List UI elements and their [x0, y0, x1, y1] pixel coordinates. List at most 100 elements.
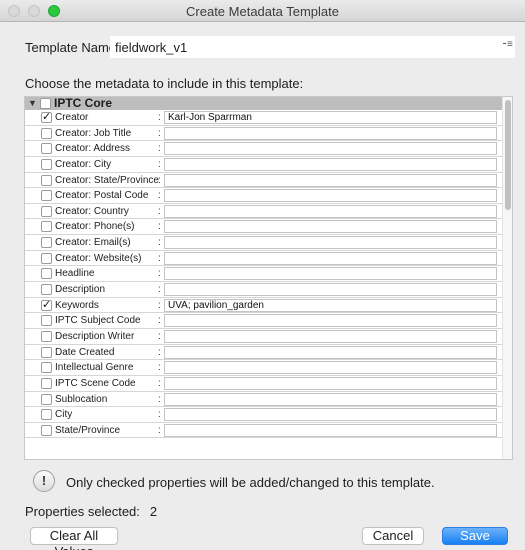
field-checkbox[interactable]	[41, 174, 52, 186]
template-name-row: Template Name: ⁃≡	[25, 36, 520, 58]
field-value-input[interactable]	[164, 361, 497, 375]
field-row: Sublocation:	[25, 392, 503, 408]
field-label: Creator: Website(s)	[55, 252, 142, 264]
field-label: City	[55, 409, 73, 421]
field-checkbox[interactable]	[41, 205, 52, 217]
field-separator: :	[158, 377, 161, 389]
field-value-input[interactable]: Karl-Jon Sparrman	[164, 111, 497, 124]
group-label: IPTC Core	[54, 96, 113, 110]
field-checkbox[interactable]	[41, 252, 52, 264]
scrollbar-thumb[interactable]	[505, 100, 511, 210]
field-row: Creator: Email(s):	[25, 235, 503, 251]
field-value-input[interactable]	[164, 423, 497, 437]
cancel-button[interactable]: Cancel	[362, 527, 424, 545]
field-row: Headline:	[25, 266, 503, 283]
field-separator: :	[158, 393, 161, 405]
field-row: Creator: Country:	[25, 204, 503, 220]
field-checkbox[interactable]	[41, 158, 52, 170]
field-checkbox[interactable]	[41, 377, 52, 389]
field-value-input[interactable]	[164, 236, 497, 250]
field-value-input[interactable]	[164, 283, 497, 297]
field-rows: ✓ Creator: Karl-Jon Sparrman Creator: Job T…	[25, 110, 503, 439]
scrollbar[interactable]	[502, 97, 512, 459]
save-button[interactable]: Save	[442, 527, 508, 545]
field-value-input[interactable]	[164, 251, 497, 265]
field-label: Intellectual Genre	[55, 362, 134, 374]
field-checkbox[interactable]	[41, 143, 52, 155]
template-name-input[interactable]	[110, 36, 515, 58]
field-value-input[interactable]	[164, 126, 497, 140]
field-checkbox[interactable]	[41, 393, 52, 405]
field-value-input[interactable]	[164, 267, 497, 281]
field-separator: :	[158, 409, 161, 421]
group-checkbox[interactable]	[40, 98, 51, 109]
field-separator: :	[158, 190, 161, 202]
field-value-input[interactable]	[164, 392, 497, 406]
field-label: Description Writer	[55, 330, 135, 342]
window-title: Create Metadata Template	[186, 4, 339, 19]
field-separator: :	[158, 174, 161, 186]
field-row: Creator: Address:	[25, 141, 503, 157]
field-value-input[interactable]	[164, 204, 497, 218]
field-separator: :	[158, 299, 161, 311]
field-separator: :	[158, 143, 161, 155]
field-checkbox[interactable]	[41, 330, 52, 342]
field-separator: :	[158, 330, 161, 342]
field-value-input[interactable]	[164, 314, 497, 328]
field-checkbox[interactable]	[41, 409, 52, 421]
field-label: Creator: Phone(s)	[55, 221, 135, 233]
field-row: Creator: Postal Code:	[25, 188, 503, 204]
field-row: Creator: Phone(s):	[25, 219, 503, 236]
field-value-input[interactable]	[164, 220, 497, 234]
field-row: City:	[25, 407, 503, 423]
field-value-input[interactable]	[164, 173, 497, 187]
field-separator: :	[158, 158, 161, 170]
field-value-input[interactable]	[164, 345, 497, 359]
field-label: Creator: Address	[55, 143, 131, 155]
field-checkbox[interactable]	[41, 237, 52, 249]
field-checkbox[interactable]	[41, 268, 52, 280]
field-row: Description Writer:	[25, 329, 503, 345]
field-row: Description:	[25, 282, 503, 298]
field-separator: :	[158, 221, 161, 233]
metadata-list-panel: ▼ IPTC Core ✓ Creator: Karl-Jon Sparrman Cr…	[24, 96, 513, 460]
field-separator: :	[158, 315, 161, 327]
menu-icon[interactable]: ⁃≡	[502, 39, 514, 51]
field-label: Headline	[55, 268, 95, 280]
field-checkbox[interactable]	[41, 346, 52, 358]
field-value-input[interactable]	[164, 142, 497, 156]
field-label: Creator: Job Title	[55, 127, 132, 139]
field-checkbox[interactable]	[41, 284, 52, 296]
field-checkbox[interactable]	[41, 424, 52, 436]
group-header-iptc-core[interactable]: ▼ IPTC Core	[25, 97, 503, 110]
field-value-input[interactable]	[164, 157, 497, 171]
field-label: Creator: State/Province	[55, 174, 159, 186]
field-checkbox[interactable]	[41, 190, 52, 202]
info-note: Only checked properties will be added/ch…	[66, 475, 435, 490]
field-checkbox[interactable]	[41, 221, 52, 233]
field-separator: :	[158, 424, 161, 436]
field-row: State/Province:	[25, 423, 503, 439]
field-value-input[interactable]	[164, 329, 497, 343]
field-row: Date Created:	[25, 345, 503, 361]
field-value-input[interactable]	[164, 376, 497, 390]
properties-selected-count: 2	[149, 504, 158, 519]
field-checkbox[interactable]	[41, 127, 52, 139]
field-row: Creator: City:	[25, 157, 503, 173]
field-label: State/Province	[55, 424, 121, 436]
clear-all-values-button[interactable]: Clear All Values	[30, 527, 118, 550]
instruction-text: Choose the metadata to include in this t…	[25, 76, 304, 91]
field-separator: :	[158, 252, 161, 264]
field-value-input[interactable]: UVA; pavilion_garden	[164, 298, 497, 312]
template-name-label: Template Name:	[25, 40, 120, 55]
field-label: Keywords	[55, 299, 99, 311]
field-checkbox[interactable]	[41, 315, 52, 327]
field-row: Creator: State/Province:	[25, 173, 503, 189]
field-checkbox-checked[interactable]: ✓	[41, 299, 52, 311]
field-value-input[interactable]	[164, 189, 497, 203]
field-row: IPTC Subject Code:	[25, 313, 503, 329]
field-checkbox-checked[interactable]: ✓	[41, 112, 52, 123]
disclosure-triangle-icon[interactable]: ▼	[28, 98, 38, 109]
field-checkbox[interactable]	[41, 362, 52, 374]
field-value-input[interactable]	[164, 408, 497, 422]
